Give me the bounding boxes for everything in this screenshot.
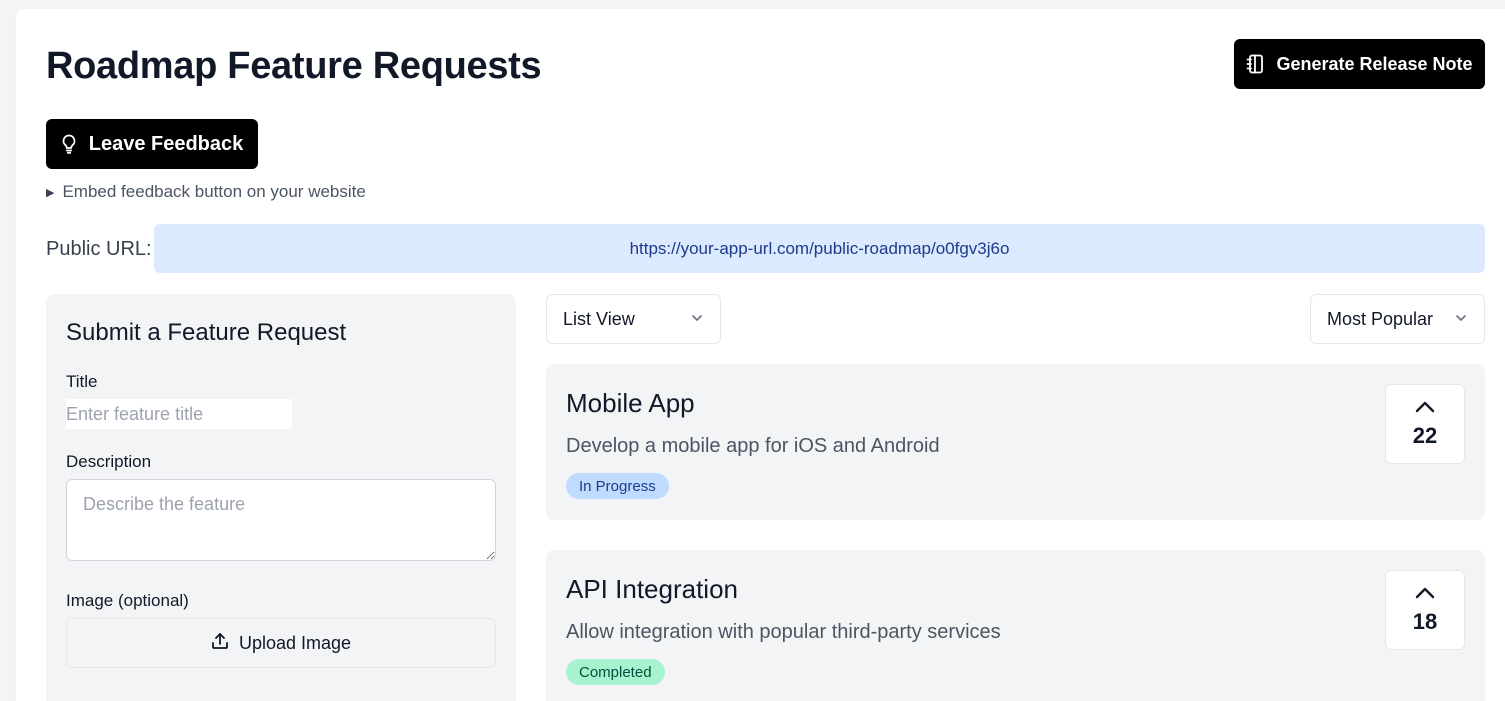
chevron-up-icon [1414, 400, 1436, 419]
notebook-icon [1246, 54, 1264, 74]
status-badge: In Progress [566, 473, 669, 499]
leave-feedback-button[interactable]: Leave Feedback [46, 119, 258, 169]
feature-title: API Integration [566, 574, 738, 604]
feature-description: Develop a mobile app for iOS and Android [566, 435, 940, 457]
roadmap-page: Roadmap Feature Requests Generate Releas… [16, 9, 1505, 701]
feedback-button-label: Leave Feedback [88, 132, 244, 155]
feature-title: Mobile App [566, 388, 695, 418]
vote-count: 18 [1412, 608, 1438, 634]
title-input[interactable] [66, 399, 292, 429]
form-heading: Submit a Feature Request [66, 319, 347, 346]
page-title: Roadmap Feature Requests [46, 45, 542, 87]
status-badge: Completed [566, 659, 665, 685]
feature-card: API Integration Allow integration with p… [546, 550, 1485, 701]
chevron-down-icon [690, 309, 704, 330]
description-textarea[interactable] [66, 479, 496, 561]
public-url-value: https://your-app-url.com/public-roadmap/… [629, 238, 1010, 258]
description-label: Description [66, 452, 152, 471]
sort-select-value: Most Popular [1327, 308, 1434, 329]
upload-button-label: Upload Image [238, 632, 352, 653]
upvote-button[interactable]: 18 [1385, 570, 1465, 650]
chevron-down-icon [1454, 309, 1468, 330]
public-url-field[interactable]: https://your-app-url.com/public-roadmap/… [154, 224, 1485, 273]
embed-toggle-label: Embed feedback button on your website [62, 182, 366, 201]
chevron-up-icon [1414, 586, 1436, 605]
upload-image-button[interactable]: Upload Image [66, 618, 496, 668]
image-label: Image (optional) [66, 591, 189, 610]
public-url-label: Public URL: [46, 238, 152, 260]
view-select-value: List View [563, 308, 635, 329]
lightbulb-icon [61, 134, 77, 154]
vote-count: 22 [1412, 422, 1438, 448]
sort-select[interactable]: Most Popular [1310, 294, 1485, 344]
feature-request-form: Submit a Feature Request Title Descripti… [46, 294, 516, 701]
view-select[interactable]: List View [546, 294, 721, 344]
upvote-button[interactable]: 22 [1385, 384, 1465, 464]
triangle-right-icon: ▶ [46, 186, 55, 199]
release-button-label: Generate Release Note [1276, 53, 1473, 74]
generate-release-note-button[interactable]: Generate Release Note [1234, 39, 1485, 89]
embed-feedback-toggle[interactable]: ▶ Embed feedback button on your website [46, 182, 366, 202]
feature-card: Mobile App Develop a mobile app for iOS … [546, 364, 1485, 520]
title-label: Title [66, 372, 98, 391]
feature-description: Allow integration with popular third-par… [566, 621, 1001, 643]
upload-icon [211, 632, 229, 655]
